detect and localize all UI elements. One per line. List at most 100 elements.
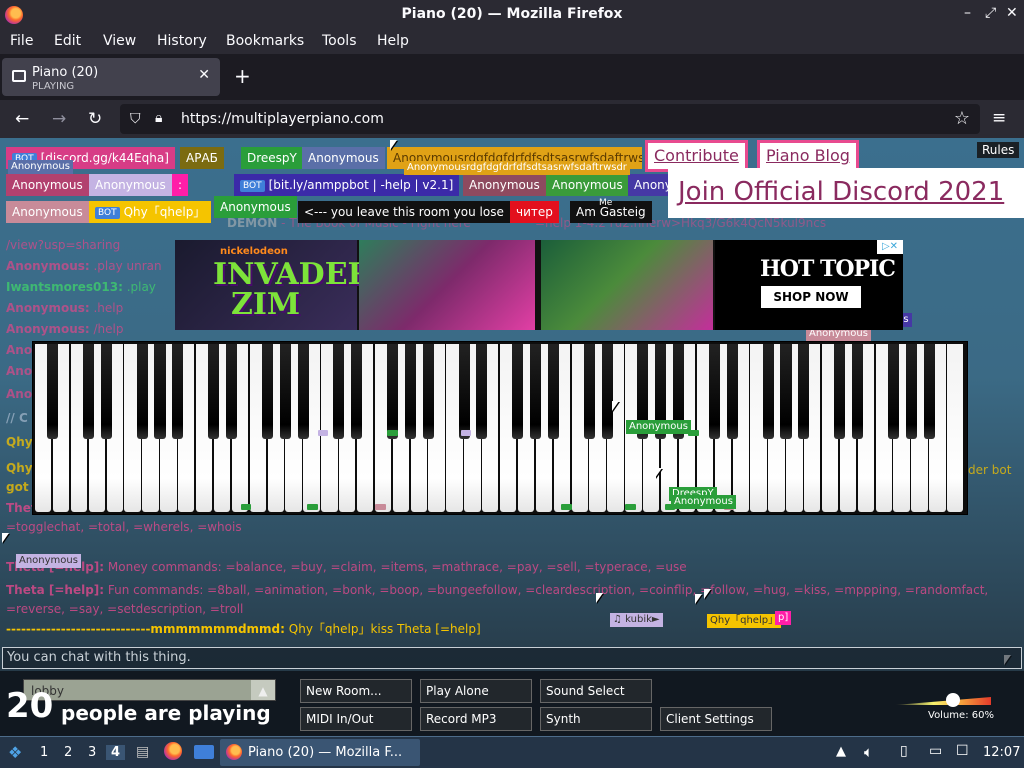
user-badge[interactable]: читер xyxy=(510,201,559,223)
discord-link[interactable]: Join Official Discord 2021 xyxy=(668,168,1024,218)
volume-slider[interactable]: Volume: 60% xyxy=(895,691,995,727)
menu-bookmarks[interactable]: Bookmarks xyxy=(226,33,304,49)
black-key[interactable] xyxy=(547,344,559,439)
black-key[interactable] xyxy=(404,344,416,439)
terminal-launcher-icon[interactable] xyxy=(194,745,214,759)
user-badge[interactable]: Anonymous xyxy=(6,174,89,196)
black-key[interactable] xyxy=(47,344,59,439)
black-key[interactable] xyxy=(708,344,720,439)
black-key[interactable] xyxy=(762,344,774,439)
close-window-button[interactable]: ✕ xyxy=(1006,5,1018,21)
play-alone-button[interactable]: Play Alone xyxy=(420,679,532,703)
tray-update-icon[interactable]: ▲ xyxy=(836,744,846,759)
black-key[interactable] xyxy=(261,344,273,439)
black-key[interactable] xyxy=(887,344,899,439)
bookmark-star-icon[interactable]: ☆ xyxy=(954,108,970,129)
reload-icon[interactable]: ↻ xyxy=(88,109,102,129)
black-key[interactable] xyxy=(905,344,917,439)
black-key[interactable] xyxy=(82,344,94,439)
user-badge[interactable]: BOT Qhy「qhelp」 xyxy=(89,201,212,223)
forward-icon[interactable]: → xyxy=(52,109,66,129)
black-key[interactable] xyxy=(476,344,488,439)
clipboard-icon[interactable]: ▯ xyxy=(900,743,908,759)
piano-keys[interactable] xyxy=(35,344,965,512)
volume-knob[interactable] xyxy=(945,693,960,707)
midi-button[interactable]: MIDI In/Out xyxy=(300,707,412,731)
black-key[interactable] xyxy=(798,344,810,439)
black-key[interactable] xyxy=(136,344,148,439)
user-badge[interactable]: Anony xyxy=(628,174,668,196)
user-badge[interactable]: DreesрY xyxy=(241,147,303,169)
black-key[interactable] xyxy=(583,344,595,439)
black-key[interactable] xyxy=(780,344,792,439)
start-menu-icon[interactable]: ❖ xyxy=(8,743,22,762)
sound-select-button[interactable]: Sound Select xyxy=(540,679,652,703)
menu-tools[interactable]: Tools xyxy=(322,33,357,49)
chat-input[interactable]: You can chat with this thing. xyxy=(2,647,1022,669)
black-key[interactable] xyxy=(923,344,935,439)
user-badge[interactable]: BOT [bit.ly/anmppbot | -help | v2.1] xyxy=(234,174,460,196)
black-key[interactable] xyxy=(512,344,524,439)
user-badge[interactable]: АРАБ xyxy=(180,147,224,169)
ad-close-icon[interactable]: ▷✕ xyxy=(877,240,903,254)
close-tab-icon[interactable]: ✕ xyxy=(198,67,210,83)
record-mp3-button[interactable]: Record MP3 xyxy=(420,707,532,731)
new-tab-button[interactable]: + xyxy=(234,64,251,88)
advertisement-banner[interactable]: nickelodeon INVADER ZIM HOT TOPIC SHOP NO… xyxy=(175,240,903,330)
menu-view[interactable]: View xyxy=(103,33,136,49)
url-text[interactable]: https://multiplayerpiano.com xyxy=(181,111,384,127)
black-key[interactable] xyxy=(726,344,738,439)
black-key[interactable] xyxy=(154,344,166,439)
synth-button[interactable]: Synth xyxy=(540,707,652,731)
black-key[interactable] xyxy=(834,344,846,439)
user-badge[interactable]: Anonymous xyxy=(6,201,89,223)
workspace-3[interactable]: 3 xyxy=(88,745,96,760)
black-key[interactable] xyxy=(422,344,434,439)
hamburger-menu-icon[interactable]: ≡ xyxy=(992,108,1006,128)
network-icon[interactable]: ▭ xyxy=(929,743,942,759)
user-badge[interactable]: Anonymous xyxy=(89,174,172,196)
tab-piano[interactable]: Piano (20) PLAYING ✕ xyxy=(2,58,220,96)
black-key[interactable] xyxy=(351,344,363,439)
minimize-button[interactable]: – xyxy=(964,5,971,21)
workspace-2[interactable]: 2 xyxy=(64,745,72,760)
black-key[interactable] xyxy=(333,344,345,439)
black-key[interactable] xyxy=(458,344,470,439)
shield-icon[interactable]: ⛉ xyxy=(130,111,141,127)
black-key[interactable] xyxy=(601,344,613,439)
workspace-4[interactable]: 4 xyxy=(106,745,126,760)
piano-keyboard[interactable] xyxy=(32,341,968,515)
black-key[interactable] xyxy=(226,344,238,439)
white-key[interactable] xyxy=(947,344,964,512)
menu-history[interactable]: History xyxy=(157,33,207,49)
back-icon[interactable]: ← xyxy=(15,109,29,129)
room-select[interactable]: lobby ▲ xyxy=(23,679,276,701)
user-badge[interactable]: <--- you leave this room you lose xyxy=(298,201,510,223)
user-badge[interactable]: Anonymous xyxy=(546,174,629,196)
black-key[interactable] xyxy=(208,344,220,439)
user-badge[interactable]: : xyxy=(172,174,189,196)
notification-icon[interactable]: ☐ xyxy=(956,743,969,759)
taskbar-firefox-task[interactable]: Piano (20) — Mozilla F... xyxy=(220,739,420,766)
user-badge[interactable]: Anonymous xyxy=(302,147,385,169)
volume-track[interactable] xyxy=(895,697,991,705)
black-key[interactable] xyxy=(386,344,399,439)
black-key[interactable] xyxy=(172,344,184,439)
client-settings-button[interactable]: Client Settings xyxy=(660,707,772,731)
rules-link[interactable]: Rules xyxy=(977,142,1020,158)
lock-icon[interactable]: 🔒︎ xyxy=(155,110,162,126)
file-manager-icon[interactable]: ▤ xyxy=(136,744,149,760)
menu-edit[interactable]: Edit xyxy=(54,33,81,49)
black-key[interactable] xyxy=(297,344,309,439)
black-key[interactable] xyxy=(279,344,291,439)
firefox-launcher-icon[interactable] xyxy=(164,742,182,760)
black-key[interactable] xyxy=(100,344,112,439)
url-bar[interactable]: ⛉ 🔒︎ https://multiplayerpiano.com ☆ xyxy=(120,104,980,134)
user-badge[interactable]: Anonymous xyxy=(214,196,297,218)
chevron-up-icon[interactable]: ▲ xyxy=(251,680,275,700)
workspace-1[interactable]: 1 xyxy=(40,745,48,760)
maximize-button[interactable]: ⤢ xyxy=(985,5,996,21)
new-room-button[interactable]: New Room... xyxy=(300,679,412,703)
volume-icon[interactable]: 🔈︎ xyxy=(864,743,873,761)
menu-file[interactable]: File xyxy=(10,33,33,49)
